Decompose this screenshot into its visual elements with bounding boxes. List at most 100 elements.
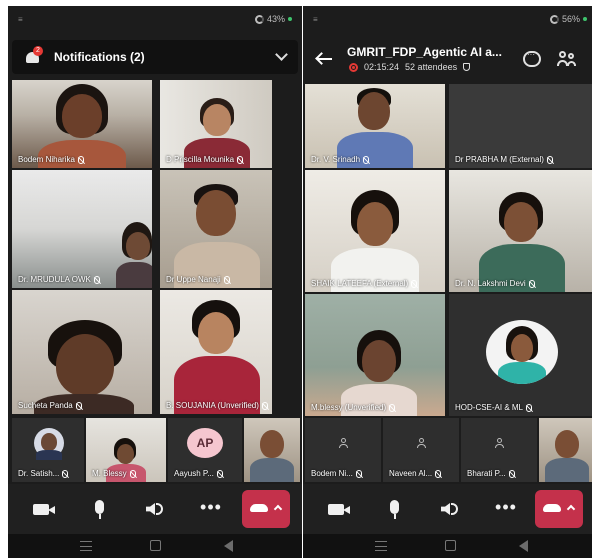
home-icon[interactable] <box>150 540 161 551</box>
participant-tile[interactable]: Dr. MRUDULA OWK <box>12 170 152 288</box>
more-options-button[interactable]: ••• <box>491 494 521 524</box>
camera-button[interactable] <box>325 494 355 524</box>
back-icon[interactable] <box>519 540 528 552</box>
hang-up-button[interactable] <box>535 490 583 528</box>
hang-up-icon <box>543 504 561 512</box>
participant-name: Dr. N. Lakshmi Devi <box>455 279 535 288</box>
status-dot <box>583 17 587 21</box>
chat-icon[interactable] <box>523 50 541 67</box>
camera-button[interactable] <box>30 494 60 524</box>
record-icon <box>349 62 358 72</box>
mic-muted-icon <box>363 155 370 164</box>
hang-up-icon <box>250 504 268 512</box>
battery-icon <box>254 14 264 24</box>
participant-tile[interactable]: HOD-CSE-AI & ML <box>449 294 592 416</box>
chevron-up-icon <box>566 504 576 514</box>
mic-muted-icon <box>129 469 136 478</box>
meeting-header: GMRIT_FDP_Agentic AI a... 02:15:24 52 at… <box>303 40 592 82</box>
microphone-icon <box>95 500 104 514</box>
person-icon <box>495 438 504 448</box>
notifications-title: Notifications (2) <box>54 50 145 64</box>
mic-muted-icon <box>216 469 223 478</box>
participant-name: M.blessy (Unverified) <box>311 403 396 412</box>
participant-tile[interactable]: Dr Uppe Nanaji <box>160 170 272 288</box>
participant-name: HOD-CSE-AI & ML <box>455 403 533 412</box>
battery-level: 56% <box>561 14 580 24</box>
mic-muted-icon <box>77 155 84 164</box>
right-phone-screen: ≡ 56% GMRIT_FDP_Agentic AI a... 02:15:24… <box>303 6 592 558</box>
participant-tile[interactable]: SHAIK LATEEFA (External) <box>305 170 445 292</box>
more-icon: ••• <box>495 497 517 517</box>
mic-muted-icon <box>411 279 418 288</box>
chevron-down-icon[interactable] <box>275 48 288 61</box>
participant-name: D Priscilla Mounika <box>166 155 244 164</box>
person-icon <box>417 438 426 448</box>
participant-tile[interactable]: M.blessy (Unverified) <box>305 294 445 416</box>
mic-muted-icon <box>526 403 533 412</box>
status-bar: ≡ 43% <box>8 6 302 34</box>
participant-strip-tile[interactable]: M. Blessy <box>86 418 166 482</box>
mic-muted-icon <box>75 401 82 410</box>
initials-avatar: AP <box>187 428 223 458</box>
recent-apps-icon[interactable] <box>80 541 92 551</box>
camera-icon <box>33 504 49 515</box>
participant-strip-tile[interactable]: Bharati P... <box>461 418 537 482</box>
participant-name: Dr. Satish... <box>18 469 69 478</box>
bell-icon: 2 <box>24 46 43 65</box>
battery-indicator: 56% <box>549 14 587 24</box>
microphone-button[interactable] <box>85 494 115 524</box>
participant-name: Dr PRABHA M (External) <box>455 155 553 164</box>
participant-name: Dr. MRUDULA OWK <box>18 275 100 284</box>
participant-name: SHAIK LATEEFA (External) <box>311 279 418 288</box>
participant-name: Aayush P... <box>174 469 223 478</box>
attendee-count: 52 attendees <box>405 62 458 72</box>
battery-level: 43% <box>266 14 285 24</box>
mic-muted-icon <box>435 469 442 478</box>
participant-name: Dr Uppe Nanaji <box>166 275 230 284</box>
back-arrow-icon[interactable] <box>315 52 333 66</box>
camera-icon <box>328 504 344 515</box>
mic-muted-icon <box>237 155 244 164</box>
notification-badge: 2 <box>33 46 43 56</box>
speaker-button[interactable] <box>140 494 170 524</box>
signal-icon: ≡ <box>18 15 23 24</box>
android-nav-bar <box>8 534 302 558</box>
more-options-button[interactable]: ••• <box>196 494 226 524</box>
microphone-button[interactable] <box>380 494 410 524</box>
participant-strip-tile[interactable] <box>539 418 592 482</box>
participant-strip-tile[interactable]: Dr. Satish... <box>12 418 84 482</box>
participant-tile-active-speaker[interactable]: Sucheta Panda <box>12 290 152 414</box>
android-nav-bar <box>303 534 592 558</box>
participant-tile[interactable]: Bodem Niharika <box>12 80 152 168</box>
participant-name: Sucheta Panda <box>18 401 82 410</box>
participant-tile[interactable]: Dr. V. Srinadh <box>305 84 445 168</box>
more-icon: ••• <box>200 497 222 517</box>
participant-tile[interactable]: Dr. N. Lakshmi Devi <box>449 170 592 292</box>
back-icon[interactable] <box>224 540 233 552</box>
notifications-banner[interactable]: 2 Notifications (2) <box>12 40 298 74</box>
home-icon[interactable] <box>445 540 456 551</box>
participant-name: Dr. V. Srinadh <box>311 155 370 164</box>
participant-tile[interactable]: B. SOUJANIA (Unverified) <box>160 290 272 414</box>
mic-muted-icon <box>546 155 553 164</box>
speaker-icon <box>146 503 155 515</box>
hang-up-button[interactable] <box>242 490 290 528</box>
signal-icon: ≡ <box>313 15 318 24</box>
participant-strip-tile[interactable] <box>244 418 300 482</box>
recent-apps-icon[interactable] <box>375 541 387 551</box>
participant-tile[interactable]: D Priscilla Mounika <box>160 80 272 168</box>
mic-muted-icon <box>62 469 69 478</box>
participant-strip-tile[interactable]: Bodem Ni... <box>305 418 381 482</box>
participant-strip-tile[interactable]: Naveen Al... <box>383 418 459 482</box>
participant-name: B. SOUJANIA (Unverified) <box>166 401 268 410</box>
mic-muted-icon <box>528 279 535 288</box>
status-bar: ≡ 56% <box>303 6 592 34</box>
people-icon[interactable] <box>557 50 577 68</box>
participant-tile[interactable]: Dr PRABHA M (External) <box>449 84 592 168</box>
call-control-bar: ••• <box>8 484 302 534</box>
chevron-up-icon <box>273 504 283 514</box>
speaker-button[interactable] <box>435 494 465 524</box>
mic-muted-icon <box>261 401 268 410</box>
participant-strip-tile[interactable]: AP Aayush P... <box>168 418 242 482</box>
speaker-icon <box>441 503 450 515</box>
